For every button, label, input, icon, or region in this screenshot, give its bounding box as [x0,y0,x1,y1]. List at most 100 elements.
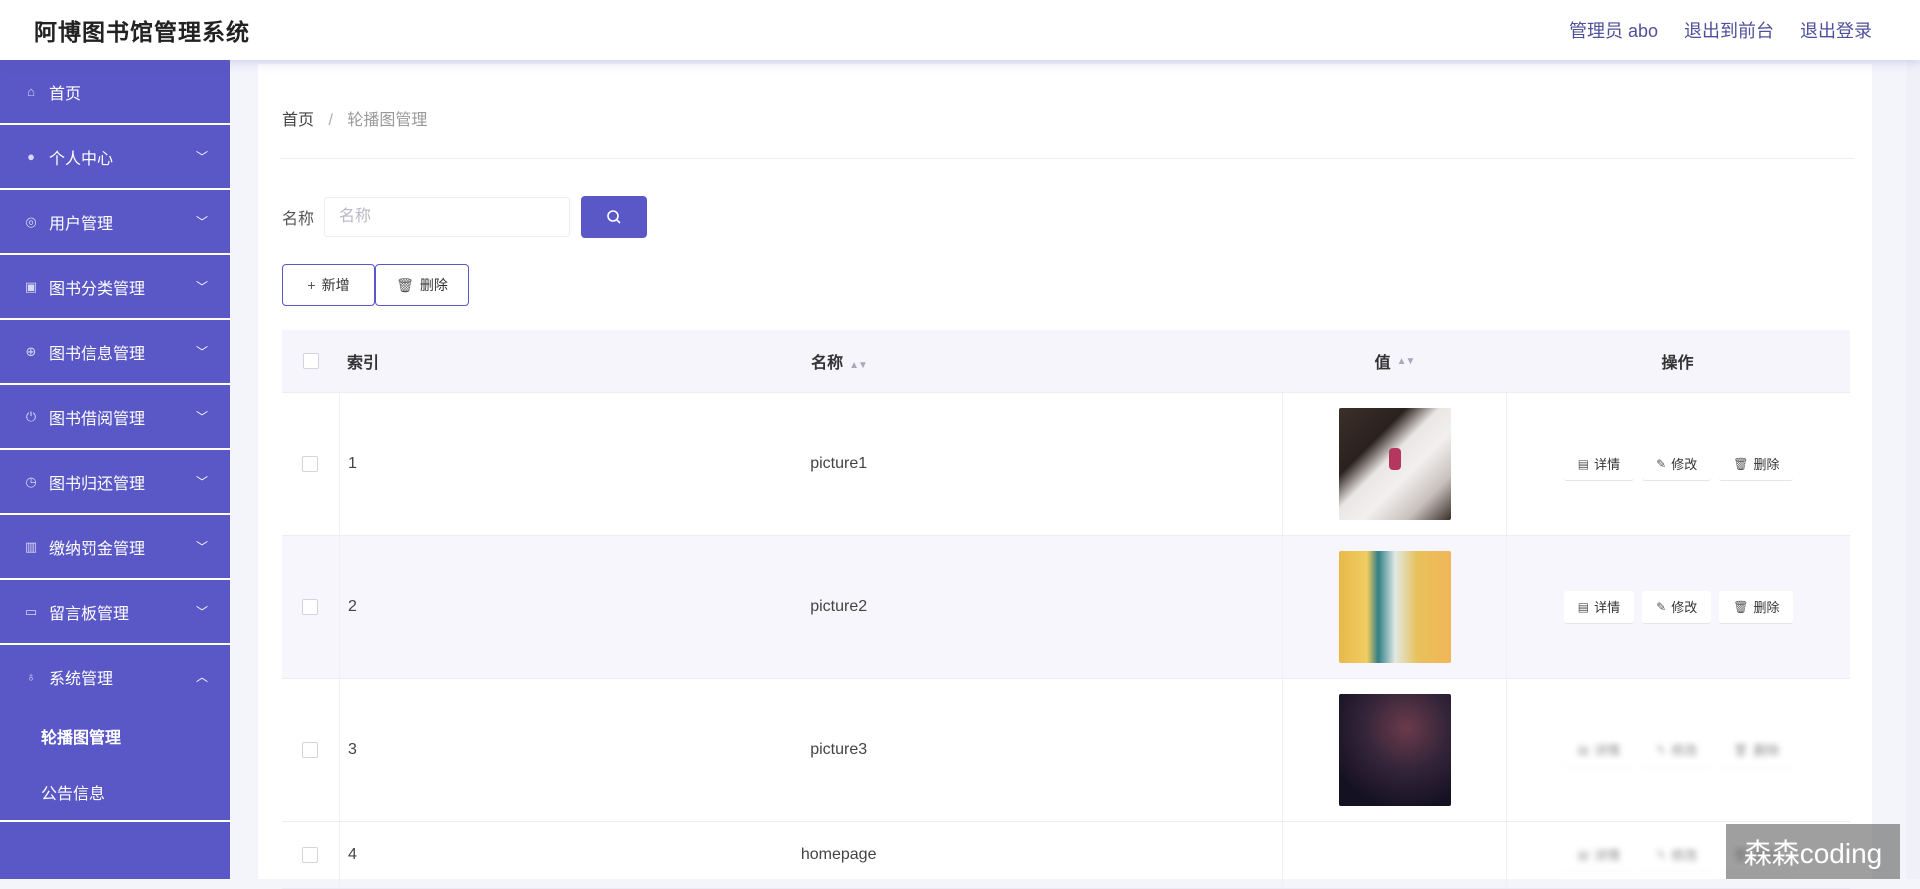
batch-delete-button[interactable]: 🗑 删除 [375,264,469,306]
sidebar-item-system[interactable]: ♁ 系统管理 ︿ [0,645,230,708]
delete-button[interactable]: 🗑 删除 [1719,733,1794,767]
fine-icon: ▥ [24,538,38,554]
search-bar: 名称 [282,196,648,238]
header-name-label: 名称 [811,355,844,372]
sidebar: ⌂ 首页 ● 个人中心 ﹀ ◎ 用户管理 ﹀ ▣ 图书分类管理 ﹀ ⊕ 图书信息… [0,60,230,879]
edit-icon: ✎ [1656,742,1667,757]
delete-label: 删除 [1753,457,1780,472]
sidebar-item-label: 图书分类管理 [49,280,146,298]
row-name: picture2 [810,598,868,615]
delete-button[interactable]: 🗑 删除 [1719,590,1794,624]
sidebar-item-book-info[interactable]: ⊕ 图书信息管理 ﹀ [0,320,230,385]
exit-to-front-link[interactable]: 退出到前台 [1684,17,1774,43]
delete-button-label: 删除 [419,277,448,293]
detail-button[interactable]: ▤ 详情 [1563,733,1635,767]
borrow-icon: ⏻ [25,408,37,424]
document-icon: ▤ [1577,599,1590,614]
chevron-down-icon: ﹀ [195,150,208,164]
sidebar-subitem-carousel[interactable]: 轮播图管理 [0,708,230,764]
mic-icon: ♁ [26,669,36,684]
row-checkbox[interactable] [302,847,319,863]
row-actions: ▤ 详情 ✎ 修改 🗑 删除 [1507,447,1850,481]
carousel-image[interactable] [1338,694,1451,806]
sidebar-item-label: 系统管理 [49,670,114,688]
row-value [1282,536,1508,678]
edit-label: 修改 [1671,848,1698,863]
header-name[interactable]: 名称 ▲▼ [395,349,1283,373]
trash-icon: 🗑 [1733,742,1749,757]
table-row: 1 picture1 ▤ 详情 ✎ 修改 🗑 删除 [282,393,1850,536]
row-actions: ▤ 详情 ✎ 修改 🗑 删除 [1507,590,1850,624]
detail-button[interactable]: ▤ 详情 [1563,447,1635,481]
detail-button[interactable]: ▤ 详情 [1563,838,1635,872]
sidebar-item-fine[interactable]: ▥ 缴纳罚金管理 ﹀ [0,515,230,580]
edit-button[interactable]: ✎ 修改 [1642,590,1712,624]
row-checkbox[interactable] [302,599,319,615]
carousel-image[interactable] [1338,408,1451,520]
sidebar-item-borrow[interactable]: ⏻ 图书借阅管理 ﹀ [0,385,230,450]
sidebar-subitem-notice[interactable]: 公告信息 [0,764,230,820]
delete-button[interactable]: 🗑 删除 [1719,447,1794,481]
sidebar-item-label: 首页 [49,85,82,103]
select-all-checkbox[interactable] [302,353,319,369]
breadcrumb-home[interactable]: 首页 [282,112,314,129]
row-name: picture1 [810,455,868,472]
edit-button[interactable]: ✎ 修改 [1642,447,1712,481]
chevron-down-icon: ﹀ [195,410,208,424]
logout-link[interactable]: 退出登录 [1800,17,1872,43]
sidebar-item-home[interactable]: ⌂ 首页 [0,60,230,125]
chevron-down-icon: ﹀ [195,215,208,229]
user-icon: ● [27,149,35,164]
sidebar-item-personal-center[interactable]: ● 个人中心 ﹀ [0,125,230,190]
row-value [1282,822,1508,888]
main-content: 首页 / 轮播图管理 名称 + 新增 🗑 删除 索引 名称 ▲▼ 值 ▲▼ [258,64,1872,889]
home-icon: ⌂ [27,84,35,99]
header-value[interactable]: 值 ▲▼ [1283,330,1506,392]
sidebar-item-message-board[interactable]: ▭ 留言板管理 ﹀ [0,580,230,645]
edit-label: 修改 [1671,743,1698,758]
chevron-down-icon: ﹀ [195,345,208,359]
table-row: 2 picture2 ▤ 详情 ✎ 修改 🗑 删除 [282,536,1850,679]
add-button[interactable]: + 新增 [282,264,375,306]
add-button-label: 新增 [321,277,350,293]
row-index: 1 [338,393,395,535]
category-icon: ▣ [24,278,38,294]
search-input[interactable] [324,197,571,237]
plus-icon: + [307,277,316,293]
detail-button[interactable]: ▤ 详情 [1563,590,1635,624]
carousel-image[interactable] [1338,551,1451,663]
sidebar-item-label: 缴纳罚金管理 [49,540,146,558]
app-title: 阿博图书馆管理系统 [34,19,250,45]
sidebar-item-return[interactable]: ◷ 图书归还管理 ﹀ [0,450,230,515]
row-value [1282,679,1508,821]
top-header: 阿博图书馆管理系统 管理员 abo 退出到前台 退出登录 [0,0,1920,60]
divider [280,158,1854,159]
row-checkbox[interactable] [302,456,319,472]
edit-button[interactable]: ✎ 修改 [1642,838,1712,872]
breadcrumb: 首页 / 轮播图管理 [282,106,427,130]
toolbar: + 新增 🗑 删除 [282,264,469,306]
admin-label: 管理员 abo [1568,21,1658,41]
sidebar-item-user-management[interactable]: ◎ 用户管理 ﹀ [0,190,230,255]
row-value [1282,393,1508,535]
breadcrumb-separator: / [328,112,333,129]
table-row: 3 picture3 ▤ 详情 ✎ 修改 🗑 删除 [282,679,1850,822]
carousel-table: 索引 名称 ▲▼ 值 ▲▼ 操作 1 picture1 ▤ 详情 ✎ 修改 🗑 删除 2 … [282,330,1850,889]
page-scrollbar[interactable] [1906,60,1920,879]
sidebar-item-label: 留言板管理 [49,605,130,623]
edit-icon: ✎ [1656,847,1667,862]
watermark: 森森coding [1726,824,1900,879]
sidebar-item-label: 用户管理 [49,215,114,233]
row-index: 4 [338,822,395,888]
row-checkbox[interactable] [302,742,319,758]
edit-button[interactable]: ✎ 修改 [1642,733,1712,767]
delete-label: 删除 [1753,600,1780,615]
delete-label: 删除 [1753,743,1780,758]
breadcrumb-current: 轮播图管理 [347,112,428,129]
message-icon: ▭ [24,603,38,619]
detail-label: 详情 [1594,743,1621,758]
sidebar-item-book-category[interactable]: ▣ 图书分类管理 ﹀ [0,255,230,320]
book-info-icon: ⊕ [25,343,37,359]
select-all-cell [282,353,339,369]
search-button[interactable] [581,196,648,238]
